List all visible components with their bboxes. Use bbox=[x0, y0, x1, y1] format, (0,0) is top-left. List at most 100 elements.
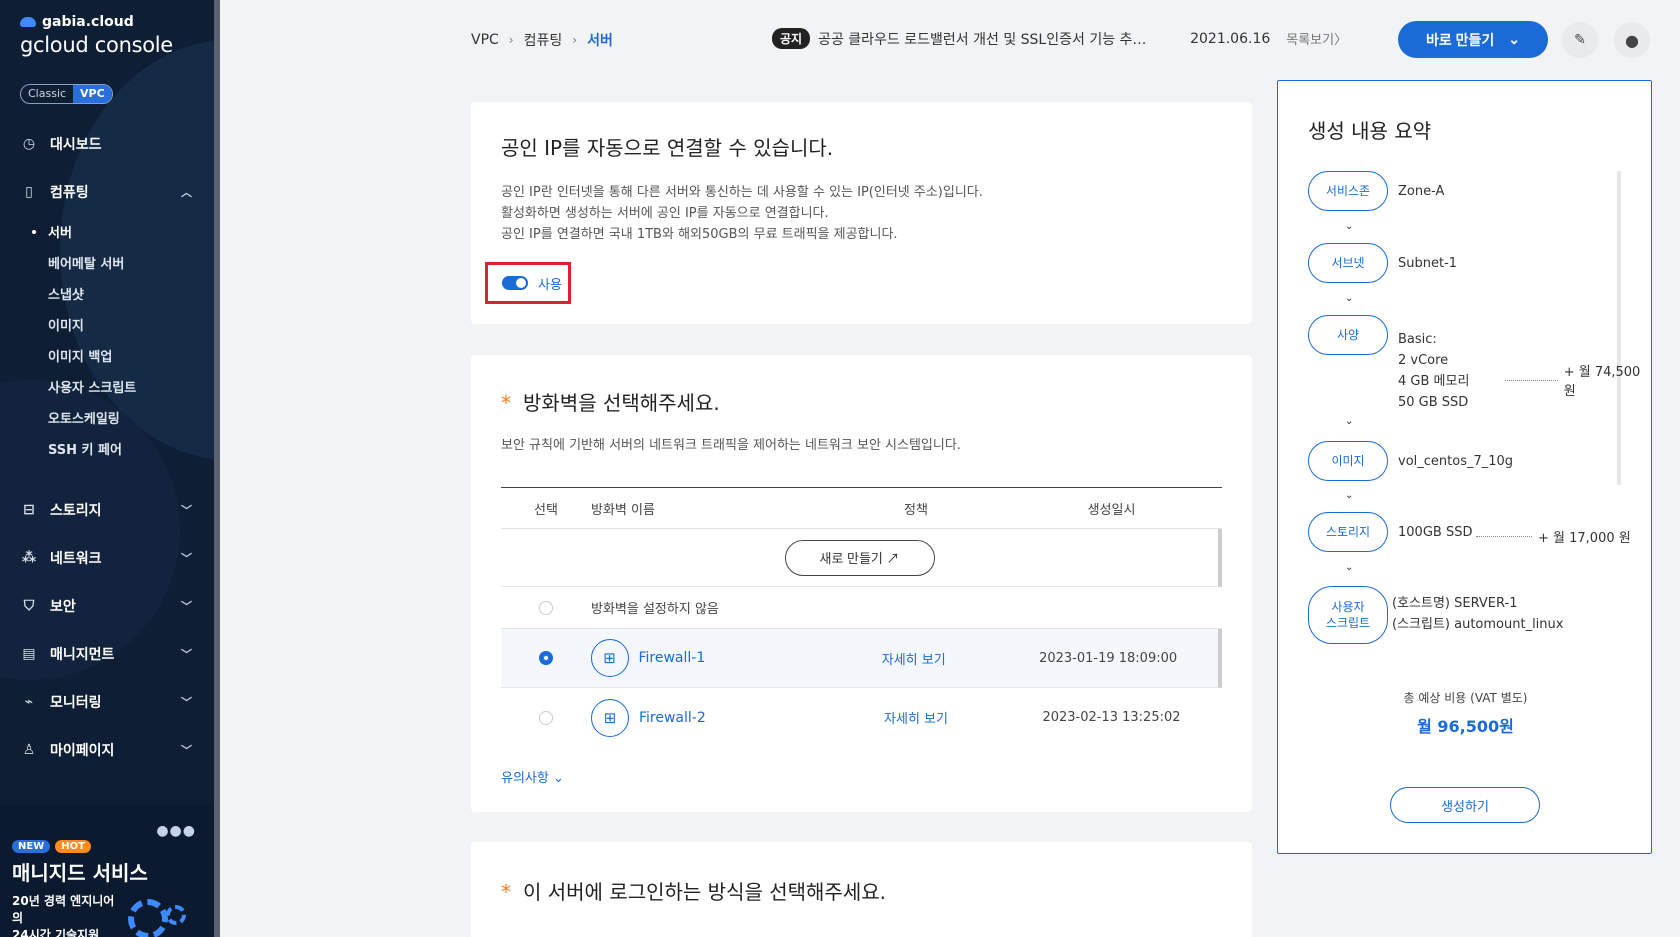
dotted-leader bbox=[1476, 536, 1532, 537]
spec-line: 50 GB SSD bbox=[1398, 395, 1469, 410]
notice-tag: 공지 bbox=[772, 28, 811, 49]
step-value: (호스트명) SERVER-1 (스크립트) automount_linux bbox=[1392, 586, 1563, 635]
column-select: 선택 bbox=[534, 502, 558, 518]
chat-icon[interactable]: ✎ bbox=[1562, 22, 1598, 58]
firewall-title-text: 방화벽을 선택해주세요. bbox=[523, 391, 720, 415]
step-pill[interactable]: 스토리지 bbox=[1308, 512, 1388, 552]
create-button[interactable]: 생성하기 bbox=[1390, 787, 1540, 823]
step-pill[interactable]: 사용자 스크립트 bbox=[1308, 586, 1388, 644]
sidebar-subitem-user-script[interactable]: 사용자 스크립트 bbox=[0, 371, 214, 402]
sidebar-item-mypage[interactable]: ♙ 마이페이지 ﹀ bbox=[0, 726, 214, 774]
public-ip-toggle[interactable] bbox=[502, 276, 528, 290]
hot-badge: HOT bbox=[55, 840, 91, 853]
sidebar-nav: ◷ 대시보드 ▯ 컴퓨팅 ︿ 서버 베어메탈 서버 스냅샷 이미지 이미지 백업… bbox=[0, 120, 214, 774]
sidebar-item-dashboard[interactable]: ◷ 대시보드 bbox=[0, 120, 214, 168]
sidebar-scrollbar[interactable] bbox=[214, 0, 220, 937]
sidebar-item-management[interactable]: ▤ 매니지먼트 ﹀ bbox=[0, 630, 214, 678]
chevron-down-icon: ﹀ bbox=[181, 744, 192, 757]
sidebar-item-storage[interactable]: ⊟ 스토리지 ﹀ bbox=[0, 486, 214, 534]
firewall-description: 보안 규칙에 기반해 서버의 네트워크 트래픽을 제어하는 네트워크 보안 시스… bbox=[501, 438, 961, 453]
sidebar-item-computing[interactable]: ▯ 컴퓨팅 ︿ bbox=[0, 168, 214, 216]
table-row[interactable]: ⊞ Firewall-2 자세히 보기 2023-02-13 13:25:02 bbox=[501, 688, 1222, 747]
spec-line: 2 vCore bbox=[1398, 353, 1449, 368]
sidebar-subitem-autoscaling[interactable]: 오토스케일링 bbox=[0, 402, 214, 433]
created-date: 2023-01-19 18:09:00 bbox=[1039, 650, 1178, 666]
firewall-card: * 방화벽을 선택해주세요. 보안 규칙에 기반해 서버의 네트워크 트래픽을 제… bbox=[471, 355, 1252, 812]
step-pill[interactable]: 서비스존 bbox=[1308, 171, 1388, 211]
created-date: 2023-02-13 13:25:02 bbox=[1042, 710, 1181, 725]
shield-icon: ⛉ bbox=[23, 598, 35, 614]
step-pill[interactable]: 사양 bbox=[1308, 315, 1388, 355]
step-pill[interactable]: 서브넷 bbox=[1308, 243, 1388, 283]
env-classic-option[interactable]: Classic bbox=[21, 85, 73, 103]
dashboard-icon: ◷ bbox=[22, 136, 36, 152]
caution-toggle[interactable]: 유의사항 ⌄ bbox=[501, 767, 564, 786]
sidebar-subitem-server[interactable]: 서버 bbox=[0, 216, 214, 247]
table-row[interactable]: ⊞ Firewall-1 자세히 보기 2023-01-19 18:09:00 bbox=[501, 629, 1222, 688]
sidebar-subitem-image-backup[interactable]: 이미지 백업 bbox=[0, 340, 214, 371]
price-text: + 월 74,500 원 bbox=[1563, 365, 1641, 399]
description-line: 활성화하면 생성하는 서버에 공인 IP를 자동으로 연결합니다. bbox=[501, 206, 829, 221]
table-header: 선택 방화벽 이름 정책 생성일시 bbox=[501, 487, 1222, 529]
step-pill[interactable]: 이미지 bbox=[1308, 441, 1388, 481]
breadcrumb-vpc[interactable]: VPC bbox=[471, 32, 499, 48]
description-line: 공인 IP를 연결하면 국내 1TB와 해외50GB의 무료 트래픽을 제공합니… bbox=[501, 227, 898, 242]
radio-firewall-1[interactable] bbox=[538, 651, 553, 665]
new-firewall-row: 새로 만들기 ↗ bbox=[501, 529, 1222, 587]
table-row[interactable]: 방화벽을 설정하지 않음 bbox=[501, 587, 1222, 629]
sidebar-subitem-ssh-keypair[interactable]: SSH 키 페어 bbox=[0, 433, 214, 464]
brand-logo[interactable]: gabia.cloud gcloud console bbox=[20, 14, 173, 57]
sidebar-item-label: 보안 bbox=[50, 599, 76, 615]
carousel-dots-icon[interactable]: ●●● bbox=[156, 823, 196, 839]
firewall-name-link[interactable]: Firewall-1 bbox=[639, 650, 706, 666]
promo-subtitle-line: 24시간 기술지원 bbox=[12, 928, 100, 937]
sidebar-subitem-baremetal[interactable]: 베어메탈 서버 bbox=[0, 247, 214, 278]
public-ip-toggle-label[interactable]: 사용 bbox=[538, 274, 562, 293]
summary-scrollbar[interactable] bbox=[1617, 171, 1621, 485]
breadcrumb-server: 서버 bbox=[587, 33, 613, 49]
new-badge: NEW bbox=[12, 840, 51, 853]
notice-bar: 공지 공공 클라우드 로드밸런서 개선 및 SSL인증서 기능 추… 2021.… bbox=[772, 28, 1347, 49]
chevron-up-icon: ︿ bbox=[181, 186, 192, 199]
quick-create-button[interactable]: 바로 만들기 ⌄ bbox=[1398, 21, 1548, 58]
chevron-down-icon: ﹀ bbox=[181, 504, 192, 517]
network-icon: ⁂ bbox=[21, 550, 37, 566]
user-icon[interactable]: ● bbox=[1614, 22, 1650, 58]
sidebar-item-monitoring[interactable]: ⌁ 모니터링 ﹀ bbox=[0, 678, 214, 726]
gear-icon bbox=[128, 899, 168, 937]
chevron-down-icon: ﹀ bbox=[181, 600, 192, 613]
radio-none[interactable] bbox=[539, 600, 553, 615]
total-cost-value: 월 96,500원 bbox=[1417, 717, 1514, 736]
policy-detail-link[interactable]: 자세히 보기 bbox=[882, 653, 946, 668]
storage-icon: ⊟ bbox=[23, 502, 35, 518]
spec-price: + 월 74,500 원 bbox=[1505, 361, 1651, 399]
summary-title: 생성 내용 요약 bbox=[1308, 119, 1432, 143]
promo-subtitle-line: 20년 경력 엔지니어의 bbox=[12, 894, 115, 925]
sidebar-item-network[interactable]: ⁂ 네트워크 ﹀ bbox=[0, 534, 214, 582]
top-bar: VPC › 컴퓨팅 › 서버 공지 공공 클라우드 로드밸런서 개선 및 SSL… bbox=[220, 0, 1680, 80]
breadcrumb-computing[interactable]: 컴퓨팅 bbox=[524, 30, 563, 50]
environment-switch[interactable]: Classic VPC bbox=[20, 84, 113, 104]
radio-firewall-2[interactable] bbox=[539, 710, 553, 725]
sidebar-subitem-image[interactable]: 이미지 bbox=[0, 309, 214, 340]
sidebar-item-label: 매니지먼트 bbox=[50, 647, 115, 663]
summary-panel: 생성 내용 요약 서비스존 Zone-A ⌄ 서브넷 Subnet-1 ⌄ 사양… bbox=[1277, 80, 1652, 854]
cloud-icon bbox=[20, 17, 36, 27]
summary-step-image: 이미지 vol_centos_7_10g bbox=[1308, 441, 1513, 481]
sidebar: gabia.cloud gcloud console Classic VPC ◷… bbox=[0, 0, 220, 937]
notice-link[interactable]: 공공 클라우드 로드밸런서 개선 및 SSL인증서 기능 추… bbox=[818, 29, 1162, 49]
policy-detail-link[interactable]: 자세히 보기 bbox=[884, 712, 948, 727]
env-vpc-option[interactable]: VPC bbox=[73, 85, 112, 103]
sidebar-item-security[interactable]: ⛉ 보안 ﹀ bbox=[0, 582, 214, 630]
promo-banner[interactable]: ●●● NEW HOT 매니지드 서비스 20년 경력 엔지니어의 24시간 기… bbox=[0, 805, 214, 937]
firewall-name-link[interactable]: Firewall-2 bbox=[639, 710, 706, 726]
firewall-icon: ⊞ bbox=[590, 639, 629, 677]
column-name: 방화벽 이름 bbox=[591, 502, 655, 518]
notice-list-link[interactable]: 목록보기〉 bbox=[1286, 29, 1347, 48]
new-firewall-button[interactable]: 새로 만들기 ↗ bbox=[784, 539, 935, 576]
step-pill-label: 스크립트 bbox=[1325, 616, 1371, 630]
sidebar-subitem-snapshot[interactable]: 스냅샷 bbox=[0, 278, 214, 309]
total-cost-label: 총 예상 비용 (VAT 별도) bbox=[1403, 691, 1528, 705]
summary-step-spec: 사양 Basic: 2 vCore 4 GB 메모리 50 GB SSD bbox=[1308, 315, 1469, 413]
server-icon: ▯ bbox=[25, 184, 33, 200]
